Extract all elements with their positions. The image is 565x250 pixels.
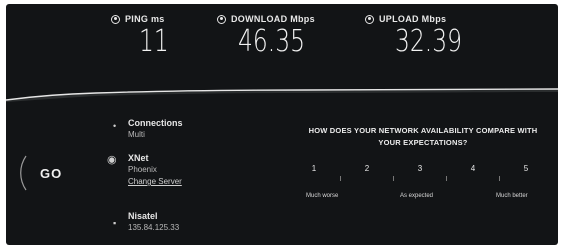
upload-value: 32.39 — [395, 24, 462, 59]
host-block: XNet Phoenix Change Server — [128, 152, 182, 188]
upload-metric: UPLOAD Mbps 32.39 — [365, 14, 481, 58]
speedtest-frame: PING ms 11 DOWNLOAD Mbps 46.35 UPLOAD Mb… — [0, 0, 565, 250]
ping-icon — [111, 14, 120, 24]
provider-name: Nisatel — [128, 211, 158, 221]
speedtest-panel: PING ms 11 DOWNLOAD Mbps 46.35 UPLOAD Mb… — [6, 4, 558, 245]
scale-divider — [393, 176, 394, 181]
upload-label-row: UPLOAD Mbps — [365, 14, 481, 24]
download-value: 46.35 — [238, 24, 305, 59]
ping-value: 11 — [139, 24, 169, 59]
provider-ip: 135.84.125.33 — [128, 223, 180, 232]
survey-scale-labels: Much worse As expected Much better — [300, 193, 546, 203]
scale-low-label: Much worse — [306, 193, 339, 199]
survey-option-3[interactable]: 3 — [410, 164, 430, 173]
host-name: XNet — [128, 153, 149, 163]
user-icon: ▪ — [113, 218, 117, 228]
survey-option-2[interactable]: 2 — [357, 164, 377, 173]
connections-block: Connections Multi — [128, 117, 183, 141]
ping-label: PING ms — [125, 14, 165, 24]
download-label-row: DOWNLOAD Mbps — [217, 14, 324, 24]
speed-graph — [6, 88, 558, 102]
scale-high-label: Much better — [496, 193, 528, 199]
provider-block: Nisatel 135.84.125.33 — [128, 210, 179, 234]
survey-option-1[interactable]: 1 — [304, 164, 324, 173]
speed-graph-fill — [6, 89, 558, 102]
connections-value[interactable]: Multi — [128, 129, 183, 141]
download-icon — [217, 14, 226, 24]
scale-mid-label: As expected — [400, 193, 434, 199]
connections-title: Connections — [128, 118, 183, 128]
survey-option-5[interactable]: 5 — [516, 164, 536, 173]
scale-divider — [340, 176, 341, 181]
host-icon: ◉ — [107, 154, 117, 166]
connections-icon: • — [113, 121, 117, 131]
host-location: Phoenix — [128, 165, 157, 174]
survey-scale: 1 2 3 4 5 — [300, 164, 546, 184]
change-server-link[interactable]: Change Server — [128, 176, 182, 188]
survey-option-4[interactable]: 4 — [463, 164, 483, 173]
upload-label: UPLOAD Mbps — [379, 14, 447, 24]
upload-icon — [365, 14, 374, 24]
ping-metric: PING ms 11 — [111, 14, 177, 58]
download-label: DOWNLOAD Mbps — [231, 14, 315, 24]
download-metric: DOWNLOAD Mbps 46.35 — [217, 14, 324, 58]
scale-divider — [499, 176, 500, 181]
ping-label-row: PING ms — [111, 14, 177, 24]
go-label[interactable]: GO — [40, 166, 62, 181]
scale-divider — [446, 176, 447, 181]
survey-question: HOW DOES YOUR NETWORK AVAILABILITY COMPA… — [308, 126, 538, 147]
